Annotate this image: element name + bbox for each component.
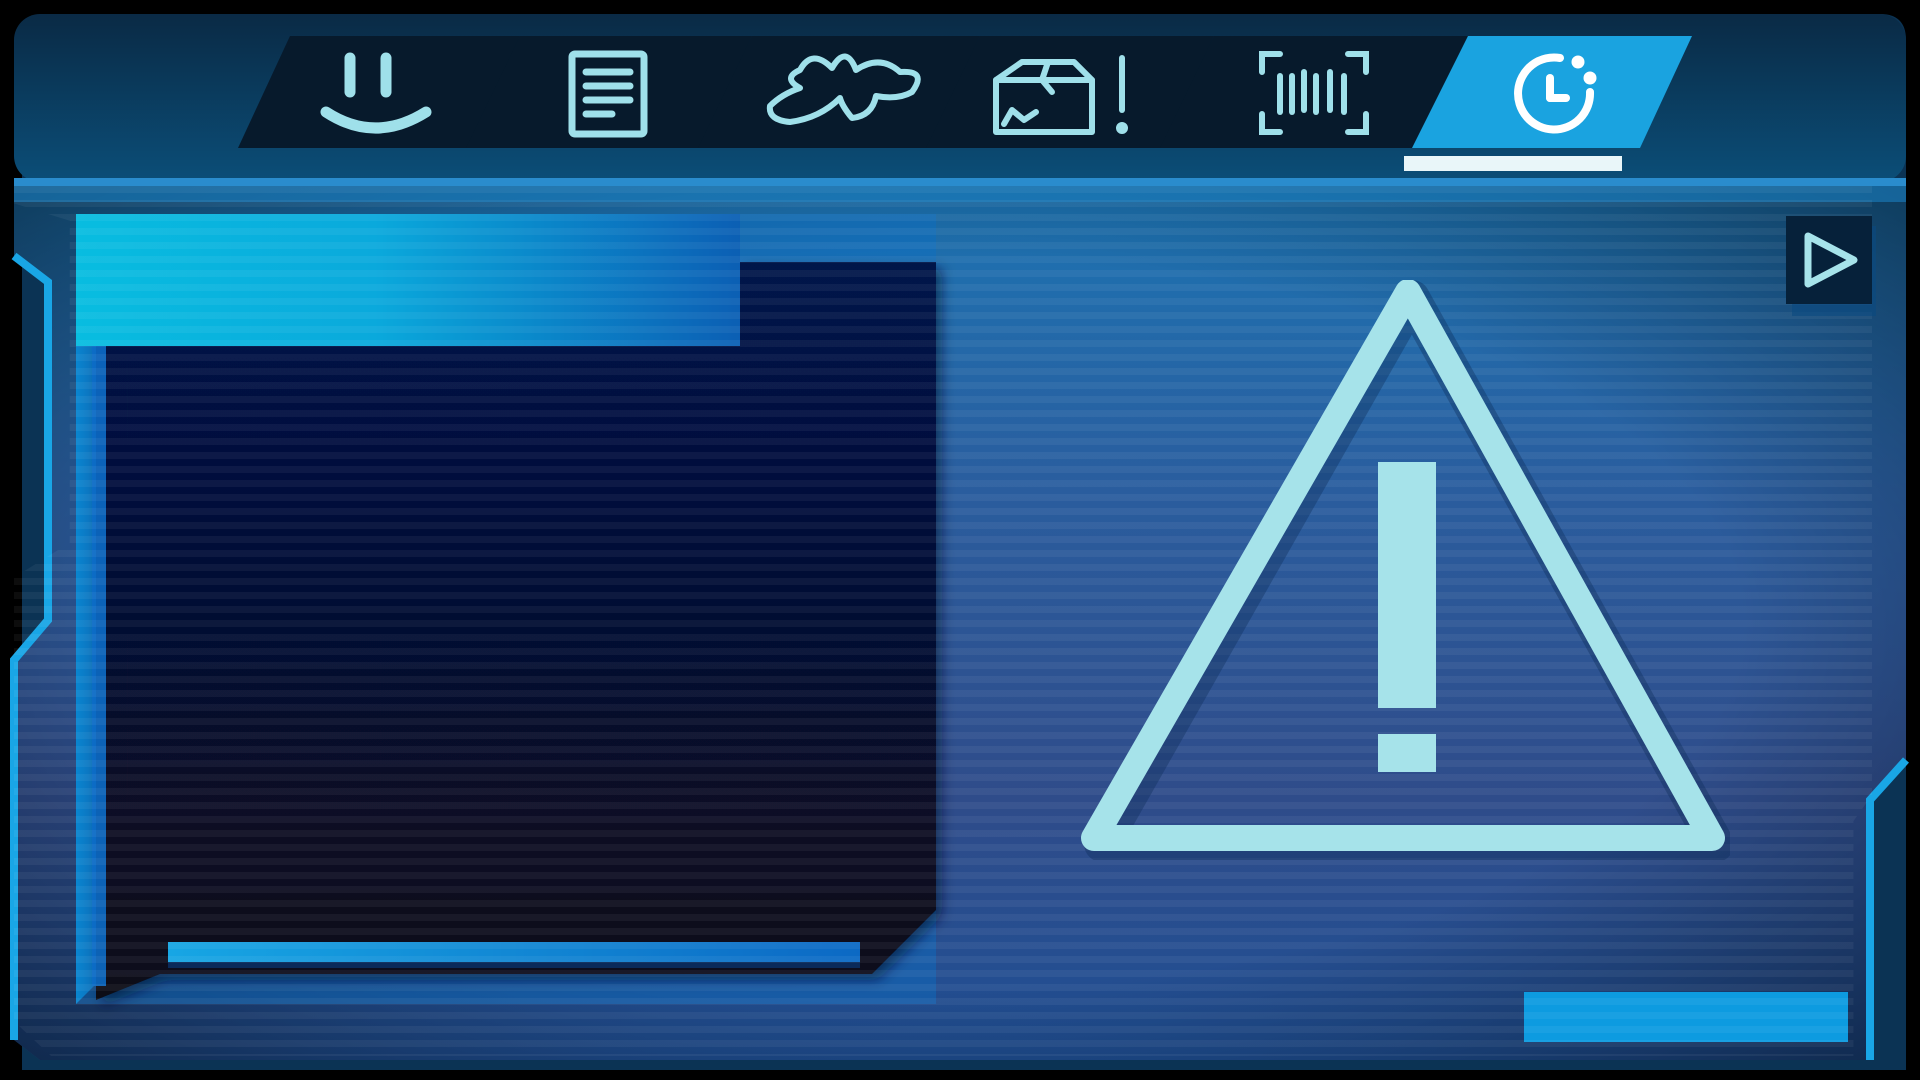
- left-card-header-bar: [76, 214, 740, 346]
- play-button[interactable]: [1782, 208, 1882, 324]
- active-tab-underline: [1404, 156, 1622, 171]
- tab-bar: [238, 36, 1692, 171]
- left-card-dark-panel: [96, 262, 936, 1000]
- left-card-bottom-line: [168, 942, 860, 962]
- bottom-right-accent-bar: [1524, 992, 1848, 1042]
- warning-icon: [1081, 280, 1730, 860]
